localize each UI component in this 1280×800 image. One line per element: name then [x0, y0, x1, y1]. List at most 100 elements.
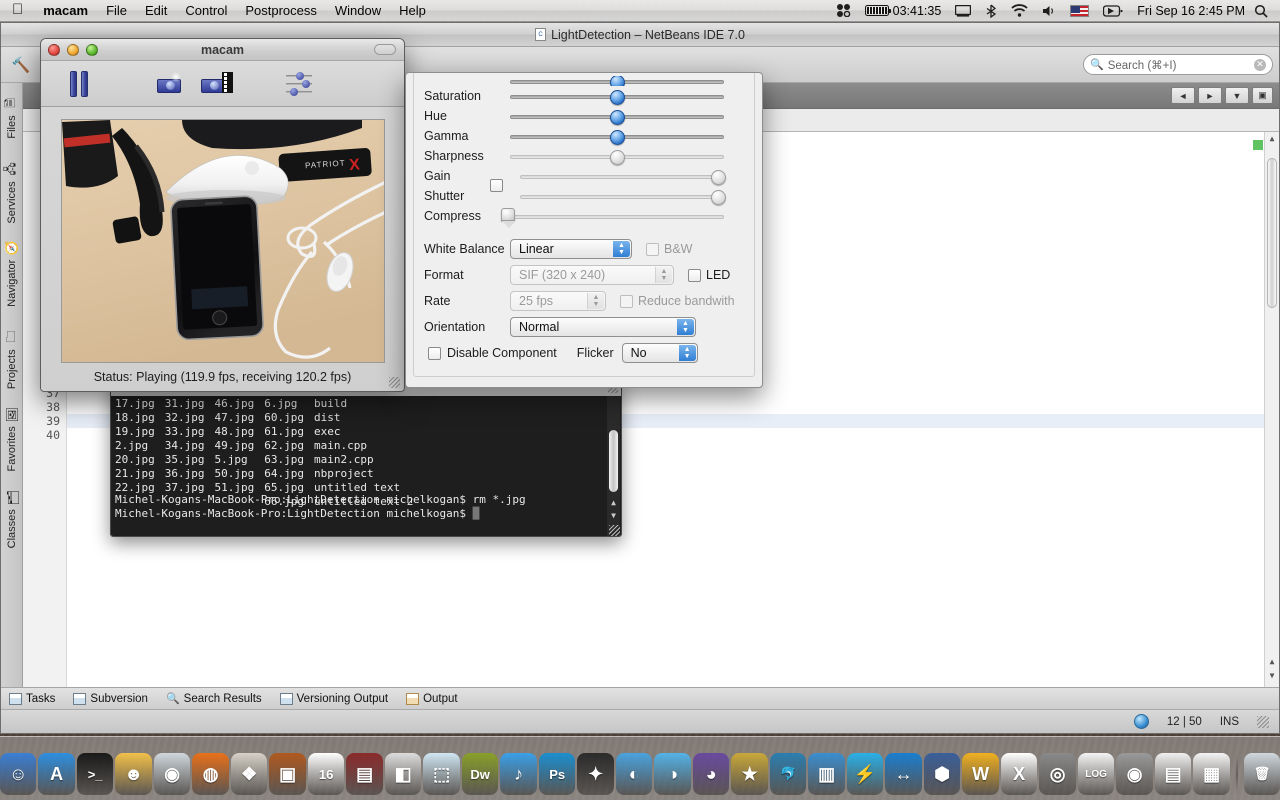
build-project-button[interactable]: 🔨 [7, 52, 35, 78]
scroll-down-arrow-1[interactable]: ▲ [1265, 657, 1279, 671]
slider-row-hue[interactable]: Hue [414, 106, 754, 126]
battery-timer[interactable]: 03:41:35 [858, 4, 949, 18]
slider-row-saturation[interactable]: Saturation [414, 86, 754, 106]
slider-row-gamma[interactable]: Gamma [414, 126, 754, 146]
sidebar-item-classes[interactable]: Classes 🗂 [4, 490, 19, 548]
disable-component-checkbox[interactable] [428, 346, 441, 360]
bottom-window-output[interactable]: Output [406, 692, 458, 705]
slider-knob[interactable] [501, 208, 517, 228]
sidebar-item-favorites[interactable]: Favorites 🖼 [4, 407, 19, 472]
slider-knob[interactable] [610, 76, 625, 86]
slider-knob[interactable] [610, 90, 625, 105]
scroll-down-arrow-2[interactable]: ▼ [1265, 671, 1279, 685]
clear-search-icon[interactable]: ✕ [1254, 58, 1266, 71]
dock-item-yahoo-messenger[interactable]: ☻ [115, 753, 152, 795]
dock-item-eclipse[interactable]: ◕ [692, 753, 730, 795]
terminal-scrollbar[interactable]: ▲ ▼ [607, 396, 620, 536]
dock-item-dreamweaver[interactable]: Dw [461, 753, 499, 795]
bluetooth-icon[interactable] [978, 4, 1004, 18]
dock-item-log-file[interactable]: LOG [1077, 753, 1115, 795]
volume-icon[interactable] [1035, 5, 1063, 17]
slider-knob[interactable] [610, 150, 625, 165]
slider-track[interactable] [510, 76, 724, 86]
maximize-window-button[interactable]: ▣ [1252, 87, 1273, 104]
slider-row-shutter[interactable]: Shutter [414, 186, 754, 206]
netbeans-search-box[interactable]: 🔍 Search (⌘+I) ✕ [1083, 54, 1273, 75]
spotlight-search-icon[interactable] [1247, 4, 1280, 18]
dock-item-cube-app[interactable]: ⬚ [423, 753, 460, 795]
dock-item-mysql-workbench[interactable]: 🐬 [769, 753, 807, 795]
slider-knob[interactable] [710, 190, 726, 205]
macam-titlebar[interactable]: macam [41, 39, 404, 61]
slider-row-brightness[interactable]: Brightness [414, 76, 754, 86]
tab-list-dropdown-button[interactable]: ▼ [1225, 87, 1249, 104]
terminal-scroll-down-arrow[interactable]: ▼ [607, 509, 620, 522]
dock-item-terminal[interactable]: >_ [76, 753, 114, 795]
format-select[interactable]: SIF (320 x 240) ▲ ▼ [510, 265, 674, 285]
dock-item-image-capture[interactable]: ▣ [269, 753, 306, 795]
slider-track[interactable] [501, 206, 724, 228]
auto-exposure-checkbox[interactable] [490, 179, 503, 192]
dock-item-trash[interactable]: 🗑 [1243, 753, 1280, 795]
slider-track[interactable] [520, 166, 726, 186]
bottom-window-tasks[interactable]: Tasks [9, 692, 55, 705]
settings-button[interactable] [273, 65, 325, 103]
dock-item-itunes[interactable]: ♪ [500, 753, 537, 795]
terminal-scrollbar-thumb[interactable] [609, 430, 618, 492]
orientation-select[interactable]: Normal ▲ ▼ [510, 317, 696, 337]
led-checkbox[interactable] [688, 268, 701, 282]
slider-row-compress[interactable]: Compress [414, 206, 754, 228]
dock-item-finder[interactable]: ☺ [0, 753, 37, 795]
dock-item-photo-booth[interactable]: ◉ [1116, 753, 1153, 795]
dock-item-safari[interactable]: ◉ [153, 753, 191, 795]
dock-item-window-2[interactable]: ▦ [1193, 753, 1230, 795]
record-movie-button[interactable] [187, 65, 239, 103]
terminal-body[interactable]: 17.jpg 18.jpg 19.jpg 2.jpg 20.jpg 21.jpg 22.jp… [111, 396, 621, 536]
clock-datetime[interactable]: Fri Sep 16 2:45 PM [1130, 4, 1247, 18]
scroll-tabs-left-button[interactable]: ◄ [1171, 87, 1195, 104]
menu-item-window[interactable]: Window [326, 3, 390, 18]
dock-item-keynote[interactable]: ▤ [346, 753, 383, 795]
bw-checkbox[interactable] [646, 242, 659, 256]
scroll-up-arrow[interactable]: ▲ [1265, 134, 1279, 148]
dock-item-flash[interactable]: ⚡ [846, 753, 884, 795]
reduce-bandwith-checkbox[interactable] [620, 294, 633, 308]
editor-vertical-scrollbar[interactable]: ▲ ▲ ▼ [1264, 132, 1279, 687]
toolbar-toggle-button[interactable] [374, 44, 396, 55]
eject-icon[interactable] [1096, 4, 1130, 17]
pause-button[interactable] [53, 65, 105, 103]
dock-item-teamviewer[interactable]: ↔ [885, 753, 922, 795]
slider-track[interactable] [520, 186, 726, 206]
dock-item-app-store[interactable]: A [38, 753, 75, 795]
slider-track[interactable] [510, 126, 724, 146]
wifi-icon[interactable] [1004, 4, 1035, 17]
menu-item-control[interactable]: Control [176, 3, 236, 18]
terminal-scroll-up-arrow[interactable]: ▲ [607, 496, 620, 509]
slider-track[interactable] [510, 146, 724, 166]
menu-item-edit[interactable]: Edit [136, 3, 176, 18]
slider-row-gain[interactable]: Gain [414, 166, 754, 192]
slider-knob[interactable] [610, 130, 625, 145]
macam-resize-grip[interactable] [389, 377, 400, 388]
dock-item-photoshop[interactable]: Ps [538, 753, 576, 795]
dock-item-firefox[interactable]: ◍ [192, 753, 229, 795]
slider-knob[interactable] [610, 110, 625, 125]
slider-track[interactable] [510, 106, 724, 126]
dock-item-ical[interactable]: 16 [307, 753, 345, 795]
bottom-window-search-results[interactable]: 🔍 Search Results [166, 692, 262, 706]
dock-item-xcode[interactable]: X [1000, 753, 1038, 795]
dock-item-preview[interactable]: ◧ [384, 753, 422, 795]
apple-logo-icon[interactable]:  [0, 2, 34, 17]
slider-track[interactable] [510, 86, 724, 106]
menu-item-postprocess[interactable]: Postprocess [236, 3, 326, 18]
flicker-select[interactable]: No ▲ ▼ [621, 343, 698, 363]
sidebar-item-navigator[interactable]: Navigator 🧭 [4, 241, 19, 307]
sidebar-item-files[interactable]: Files 🗎 [1, 91, 21, 138]
dock-item-virtualbox[interactable]: ⬢ [923, 753, 961, 795]
dock-item-quicktime[interactable]: ◎ [1039, 753, 1076, 795]
dock-item-iphoto[interactable]: ❖ [230, 753, 268, 795]
scroll-tabs-right-button[interactable]: ► [1198, 87, 1222, 104]
bottom-window-versioning-output[interactable]: Versioning Output [279, 692, 388, 705]
sidebar-item-services[interactable]: Services 🖧 [1, 157, 21, 223]
bottom-window-subversion[interactable]: Subversion [73, 692, 148, 705]
